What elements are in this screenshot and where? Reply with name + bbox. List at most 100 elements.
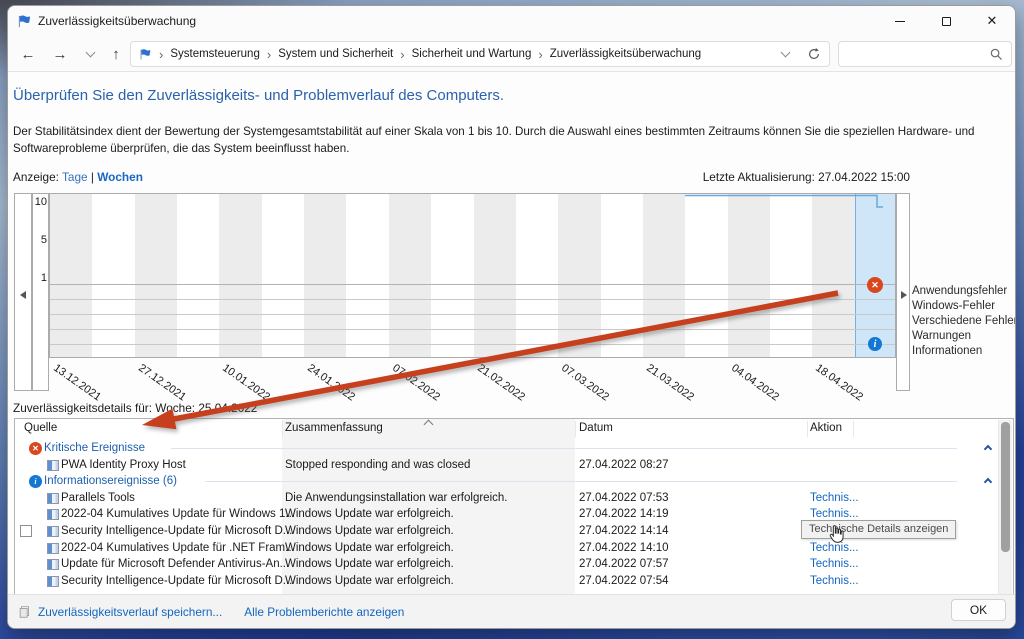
forward-button[interactable]: → [48, 36, 72, 72]
ok-button[interactable]: OK [951, 599, 1006, 621]
breadcrumb: ›Systemsteuerung›System und Sicherheit›S… [152, 47, 701, 62]
date-cell: 27.04.2022 14:10 [579, 540, 669, 557]
application-icon [47, 493, 59, 504]
details-table: Quelle Zusammenfassung Datum Aktion ✕Kri… [14, 418, 1014, 596]
date-cell: 27.04.2022 08:27 [579, 457, 669, 474]
row-checkbox[interactable] [20, 525, 32, 537]
summary-cell: Windows Update war erfolgreich. [285, 523, 454, 540]
event-row-label: Windows-Fehler [912, 299, 995, 314]
x-axis-date-label: 13.12.2021 [51, 362, 103, 403]
sort-ascending-icon [424, 420, 434, 430]
x-axis-date-label: 27.12.2021 [136, 362, 188, 403]
event-group-row[interactable]: ✕Kritische Ereignisse [15, 440, 997, 457]
window-title: Zuverlässigkeitsüberwachung [38, 14, 196, 28]
event-row-label: Verschiedene Fehler [912, 314, 1016, 329]
information-event-marker-icon: i [868, 337, 882, 351]
x-axis-date-label: 21.03.2022 [644, 362, 696, 403]
address-dropdown-icon[interactable] [781, 48, 791, 58]
breadcrumb-separator-icon: › [400, 47, 404, 62]
event-row[interactable]: Parallels Tools Die Anwendungsinstallatio… [15, 490, 997, 507]
application-icon [47, 460, 59, 471]
event-row[interactable]: Security Intelligence-Update für Microso… [15, 573, 997, 590]
summary-cell: Die Anwendungsinstallation war erfolgrei… [285, 490, 507, 507]
scroll-right-icon [901, 286, 907, 304]
group-rule [171, 448, 957, 449]
y-tick-5: 5 [33, 234, 47, 246]
date-cell: 27.04.2022 07:57 [579, 556, 669, 573]
technical-details-link[interactable]: Technis... [810, 556, 859, 573]
application-icon [47, 559, 59, 570]
table-scrollbar[interactable] [998, 420, 1012, 596]
event-group-row[interactable]: iInformationsereignisse (6) [15, 473, 997, 490]
stability-index-line [50, 194, 896, 358]
breadcrumb-separator-icon: › [159, 47, 163, 62]
source-cell: 2022-04 Kumulatives Update für Windows 1… [61, 506, 295, 523]
group-rule [205, 481, 957, 482]
view-all-reports-link[interactable]: Alle Problemberichte anzeigen [244, 605, 404, 619]
date-cell: 27.04.2022 07:54 [579, 573, 669, 590]
summary-cell: Stopped responding and was closed [285, 457, 470, 474]
application-icon [47, 526, 59, 537]
event-row[interactable]: PWA Identity Proxy Host Stopped respondin… [15, 457, 997, 474]
summary-cell: Windows Update war erfolgreich. [285, 556, 454, 573]
x-axis-date-label: 04.04.2022 [729, 362, 781, 403]
x-axis-date-label: 21.02.2022 [475, 362, 527, 403]
close-button[interactable]: ✕ [969, 6, 1015, 36]
chart-plot-area: ✕ i [49, 193, 896, 358]
source-cell: PWA Identity Proxy Host [61, 457, 186, 474]
event-row[interactable]: 2022-04 Kumulatives Update für .NET Fram… [15, 540, 997, 557]
technical-details-link[interactable]: Technis... [810, 490, 859, 507]
breadcrumb-item[interactable]: Zuverlässigkeitsüberwachung [550, 48, 702, 60]
column-header-datum[interactable]: Datum [579, 422, 613, 434]
source-cell: Update für Microsoft Defender Antivirus-… [61, 556, 289, 573]
source-cell: 2022-04 Kumulatives Update für .NET Fram… [61, 540, 295, 557]
save-history-link[interactable]: Zuverlässigkeitsverlauf speichern... [38, 605, 222, 619]
summary-cell: Windows Update war erfolgreich. [285, 540, 454, 557]
title-bar: Zuverlässigkeitsüberwachung ✕ [8, 6, 1015, 36]
event-row-label: Informationen [912, 344, 982, 359]
table-scrollbar-thumb[interactable] [1001, 422, 1010, 552]
date-cell: 27.04.2022 14:19 [579, 506, 669, 523]
chart-scroll-left-panel[interactable] [14, 193, 32, 391]
critical-event-marker-icon: ✕ [867, 277, 883, 293]
content-area: Überprüfen Sie den Zuverlässigkeits- und… [8, 73, 1015, 628]
date-cell: 27.04.2022 07:53 [579, 490, 669, 507]
refresh-icon[interactable] [807, 47, 821, 61]
address-bar[interactable]: ›Systemsteuerung›System und Sicherheit›S… [130, 41, 830, 67]
search-input[interactable] [838, 41, 1012, 67]
source-cell: Parallels Tools [61, 490, 135, 507]
up-button[interactable]: ↑ [104, 36, 128, 72]
minimize-button[interactable] [877, 6, 923, 36]
tooltip: Technische Details anzeigen [801, 520, 956, 539]
breadcrumb-item[interactable]: Sicherheit und Wartung [412, 48, 532, 60]
chart-scroll-right-panel[interactable] [896, 193, 910, 391]
technical-details-link[interactable]: Technis... [810, 540, 859, 557]
column-header-zusammenfassung[interactable]: Zusammenfassung [285, 422, 383, 434]
collapse-group-icon[interactable] [984, 478, 992, 486]
column-header-quelle[interactable]: Quelle [24, 422, 57, 434]
event-row[interactable]: Update für Microsoft Defender Antivirus-… [15, 556, 997, 573]
navigation-toolbar: ← → ↑ › Systemsteuerung › System und Sicher… [8, 36, 1015, 72]
chart-y-axis-panel [32, 193, 49, 391]
recent-pages-dropdown[interactable] [78, 36, 102, 72]
save-history-icon [18, 605, 32, 619]
details-title: Zuverlässigkeitsdetails für: Woche: 25.0… [13, 401, 257, 415]
application-icon [47, 576, 59, 587]
back-button[interactable]: ← [16, 36, 40, 72]
source-cell: Security Intelligence-Update für Microso… [61, 573, 292, 590]
column-header-aktion[interactable]: Aktion [810, 422, 842, 434]
application-icon [47, 509, 59, 520]
x-axis-date-label: 07.02.2022 [390, 362, 442, 403]
breadcrumb-item[interactable]: System und Sicherheit [278, 48, 393, 60]
breadcrumb-item[interactable]: Systemsteuerung [170, 48, 260, 60]
app-flag-icon [17, 14, 32, 29]
critical-events-icon: ✕ [29, 442, 42, 455]
y-tick-10: 10 [33, 196, 47, 208]
event-row-label: Anwendungsfehler [912, 284, 1007, 299]
maximize-button[interactable] [923, 6, 969, 36]
table-header: Quelle Zusammenfassung Datum Aktion [15, 419, 1013, 439]
technical-details-link[interactable]: Technis... [810, 573, 859, 590]
breadcrumb-flag-icon [139, 48, 152, 61]
scroll-left-icon [20, 286, 26, 304]
collapse-group-icon[interactable] [984, 445, 992, 453]
